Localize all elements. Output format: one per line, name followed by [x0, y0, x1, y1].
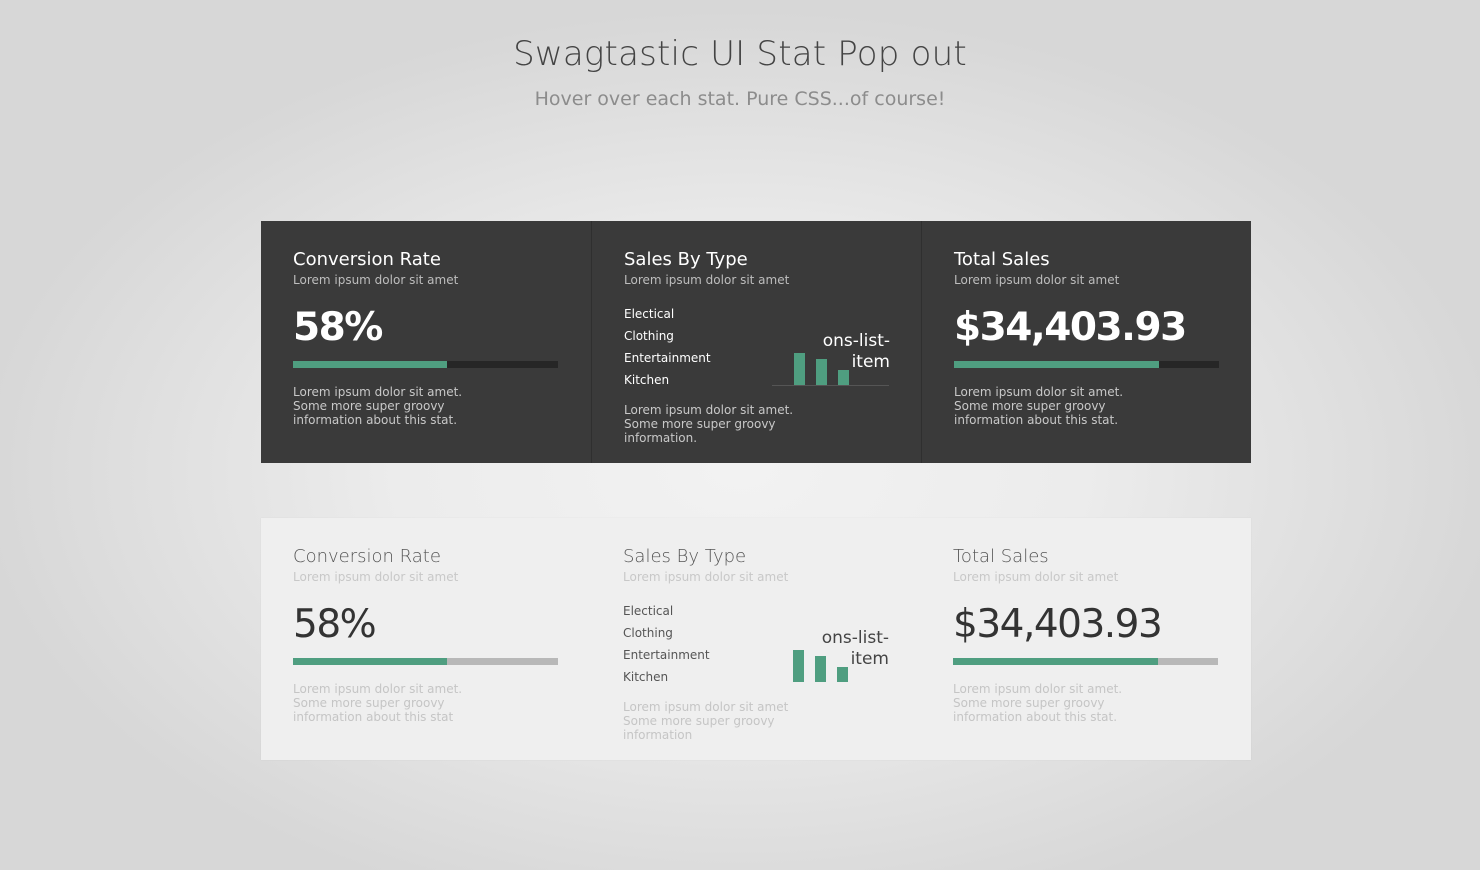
total-sales-value: $34,403.93	[954, 305, 1187, 350]
card-subtitle: Lorem ipsum dolor sit amet	[293, 570, 459, 584]
dark-stat-panel: Conversion Rate Lorem ipsum dolor sit am…	[261, 221, 1251, 463]
card-description: Lorem ipsum dolor sit amet. Some more su…	[293, 385, 463, 427]
card-title: Conversion Rate	[293, 249, 441, 270]
card-subtitle: Lorem ipsum dolor sit amet	[293, 273, 459, 287]
card-subtitle: Lorem ipsum dolor sit amet	[624, 273, 790, 287]
card-title: Total Sales	[953, 546, 1049, 567]
progress-fill	[953, 658, 1159, 665]
sales-type-item: Kitchen	[623, 670, 669, 684]
sales-by-type-card[interactable]: Sales By Type Lorem ipsum dolor sit amet…	[591, 518, 921, 760]
card-title: Sales By Type	[623, 546, 747, 567]
conversion-progress-bar	[293, 658, 558, 665]
card-description: Lorem ipsum dolor sit amet. Some more su…	[954, 385, 1124, 427]
sales-type-item: Clothing	[624, 329, 674, 343]
card-title: Conversion Rate	[293, 546, 441, 567]
chart-baseline	[772, 385, 889, 386]
sales-type-list: Electical Clothing Entertainment Kitchen	[624, 307, 711, 395]
chart-label-line: ons-list-	[821, 628, 889, 648]
total-sales-card[interactable]: Total Sales Lorem ipsum dolor sit amet $…	[921, 518, 1251, 760]
page-subtitle: Hover over each stat. Pure CSS...of cour…	[534, 88, 946, 110]
chart-bar	[837, 667, 848, 682]
progress-fill	[293, 361, 447, 368]
sales-type-item: Entertainment	[623, 648, 710, 662]
card-description: Lorem ipsum dolor sit amet. Some more su…	[953, 682, 1123, 724]
chart-bar	[793, 650, 804, 682]
card-description: Lorem ipsum dolor sit amet. Some more su…	[293, 682, 463, 724]
card-subtitle: Lorem ipsum dolor sit amet	[623, 570, 789, 584]
conversion-rate-card[interactable]: Conversion Rate Lorem ipsum dolor sit am…	[261, 221, 591, 463]
sales-type-item: Electical	[623, 604, 674, 618]
card-title: Sales By Type	[624, 249, 748, 270]
page-title: Swagtastic UI Stat Pop out	[513, 34, 967, 74]
card-title: Total Sales	[954, 249, 1050, 270]
conversion-rate-value: 58%	[293, 305, 383, 350]
sales-type-item: Kitchen	[624, 373, 670, 387]
sales-type-item: Clothing	[623, 626, 673, 640]
card-subtitle: Lorem ipsum dolor sit amet	[953, 570, 1119, 584]
conversion-rate-card[interactable]: Conversion Rate Lorem ipsum dolor sit am…	[261, 518, 591, 760]
conversion-progress-bar	[293, 361, 558, 368]
sales-mini-chart: ons-list- item	[772, 329, 892, 389]
total-sales-card[interactable]: Total Sales Lorem ipsum dolor sit amet $…	[921, 221, 1251, 463]
progress-fill	[293, 658, 447, 665]
sales-mini-chart: ons-list- item	[771, 626, 891, 686]
sales-type-item: Entertainment	[624, 351, 711, 365]
card-subtitle: Lorem ipsum dolor sit amet	[954, 273, 1120, 287]
card-description: Lorem ipsum dolor sit amet. Some more su…	[624, 403, 794, 445]
card-description: Lorem ipsum dolor sit amet Some more sup…	[623, 700, 789, 742]
chart-bar	[794, 353, 805, 385]
conversion-rate-value: 58%	[293, 602, 377, 647]
chart-bar	[815, 656, 826, 682]
sales-by-type-card[interactable]: Sales By Type Lorem ipsum dolor sit amet…	[591, 221, 921, 463]
total-sales-value: $34,403.93	[953, 602, 1163, 647]
light-stat-panel: Conversion Rate Lorem ipsum dolor sit am…	[261, 518, 1251, 760]
chart-bar	[816, 359, 827, 385]
progress-fill	[954, 361, 1160, 368]
total-sales-progress-bar	[954, 361, 1219, 368]
sales-type-item: Electical	[624, 307, 675, 321]
sales-type-list: Electical Clothing Entertainment Kitchen	[623, 604, 710, 692]
chart-bar	[838, 370, 849, 385]
chart-label-line: ons-list-	[822, 331, 890, 351]
total-sales-progress-bar	[953, 658, 1218, 665]
